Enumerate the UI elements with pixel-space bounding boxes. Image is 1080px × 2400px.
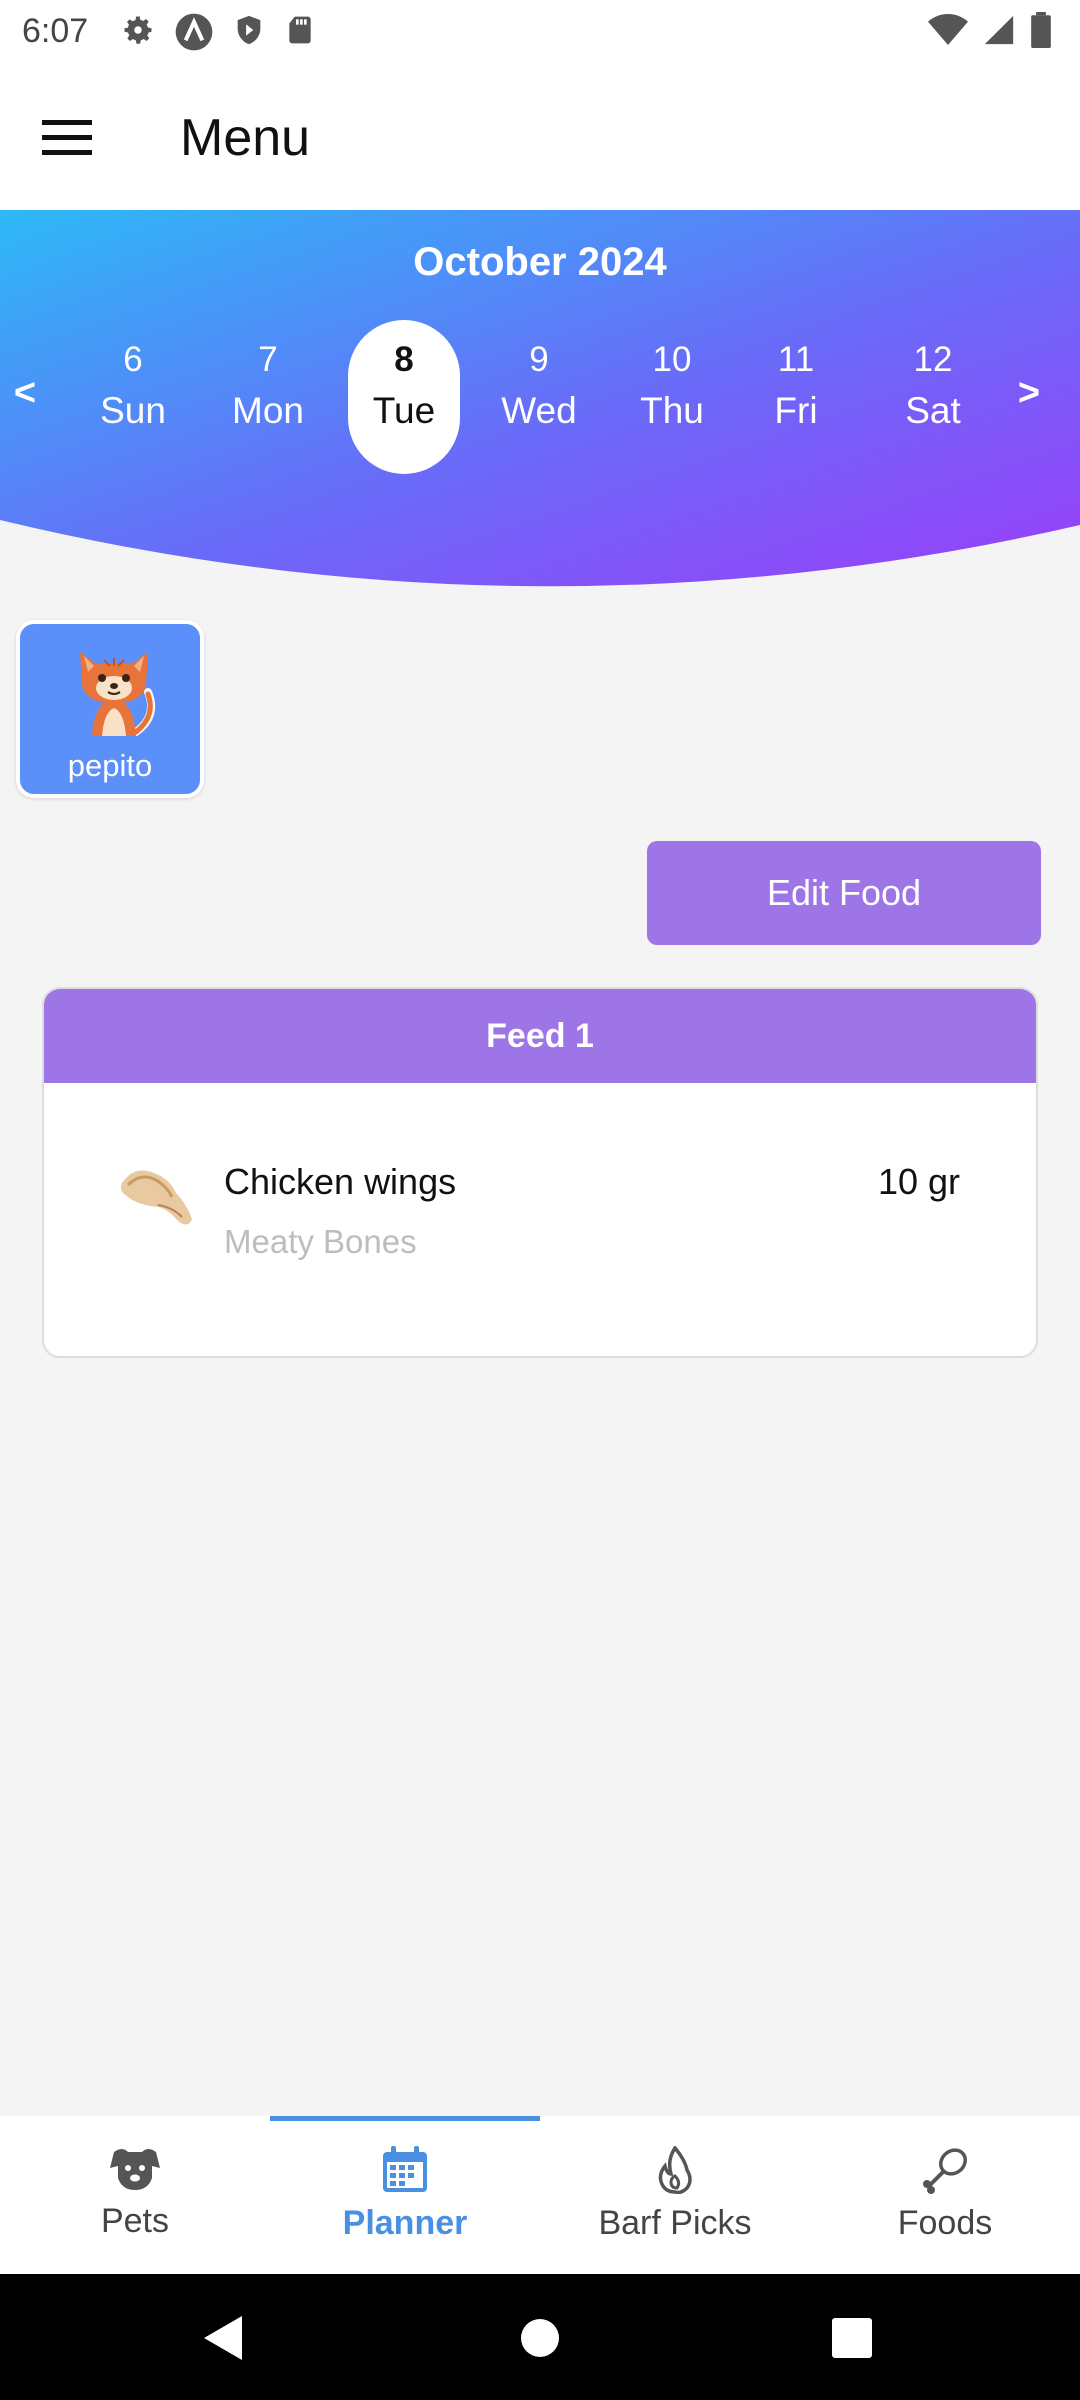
sd-card-icon [289, 16, 311, 44]
wifi-icon [928, 14, 968, 45]
flame-icon [658, 2146, 692, 2194]
tab-label: Pets [100, 2202, 170, 2240]
day-number: 10 [652, 340, 692, 379]
day-name: Tue [372, 390, 436, 431]
day-wed[interactable]: 9 Wed [483, 320, 595, 474]
day-name: Fri [774, 390, 818, 431]
tab-label: Barf Picks [598, 2204, 752, 2242]
day-fri[interactable]: 11 Fri [740, 320, 852, 474]
prev-week-button[interactable]: < [0, 372, 50, 415]
status-bar: 6:07 [0, 0, 1080, 66]
app-bar-title: Menu [180, 109, 311, 167]
day-sun[interactable]: 6 Sun [77, 320, 189, 474]
feed-card: Feed 1 Chicken wings Meaty Bones 10 gr [42, 987, 1038, 1358]
calendar-icon [383, 2146, 427, 2192]
day-name: Mon [232, 390, 304, 431]
feed-title: Feed 1 [44, 989, 1036, 1083]
cat-avatar-icon [80, 652, 155, 736]
tab-pets[interactable]: Pets [0, 2116, 270, 2274]
day-thu[interactable]: 10 Thu [616, 320, 728, 474]
tab-foods[interactable]: Foods [810, 2116, 1080, 2274]
tab-label: Planner [342, 2204, 468, 2242]
day-mon[interactable]: 7 Mon [212, 320, 324, 474]
tab-label: Foods [897, 2204, 993, 2242]
day-number: 11 [777, 340, 815, 379]
hamburger-icon[interactable] [42, 118, 94, 158]
back-icon[interactable] [200, 2314, 246, 2362]
settings-icon [124, 16, 152, 44]
drumstick-icon [923, 2148, 967, 2194]
day-name: Thu [640, 390, 704, 431]
food-quantity: 10 gr [877, 1161, 960, 1202]
status-time: 6:07 [22, 12, 89, 50]
battery-icon [1031, 12, 1051, 48]
edit-food-button[interactable]: Edit Food [647, 841, 1041, 945]
shield-icon [237, 15, 261, 45]
dog-face-icon [110, 2149, 160, 2190]
home-icon[interactable] [520, 2318, 560, 2358]
day-number: 7 [258, 340, 278, 379]
next-week-button[interactable]: > [1004, 372, 1054, 415]
day-number: 8 [394, 340, 414, 379]
day-number: 9 [529, 340, 549, 379]
calendar-header: October 2024 < > 6 Sun 7 Mon 8 Tue 9 Wed… [0, 210, 1080, 590]
tab-planner[interactable]: Planner [270, 2116, 540, 2274]
day-sat[interactable]: 12 Sat [877, 320, 989, 474]
recents-icon[interactable] [832, 2318, 872, 2358]
tab-barf-picks[interactable]: Barf Picks [540, 2116, 810, 2274]
a-badge-icon [175, 13, 213, 51]
bottom-nav: Pets Planner Barf Picks Foods [0, 2116, 1080, 2274]
pet-card[interactable]: pepito [16, 620, 204, 798]
chicken-wing-icon [120, 1170, 192, 1225]
month-title: October 2024 [413, 240, 667, 284]
day-number: 12 [913, 340, 953, 379]
day-name: Sun [100, 390, 166, 431]
status-icons-right [928, 12, 1052, 48]
day-name: Wed [501, 390, 577, 431]
day-name: Sat [905, 390, 961, 431]
pet-name: pepito [67, 748, 153, 783]
day-number: 6 [123, 340, 143, 379]
system-nav-bar [0, 2274, 1080, 2400]
food-category: Meaty Bones [224, 1223, 417, 1260]
app-bar: Menu [0, 66, 1080, 210]
status-icons-left [120, 12, 316, 52]
signal-icon [984, 15, 1014, 45]
day-tue-selected[interactable]: 8 Tue [348, 320, 460, 474]
food-name: Chicken wings [224, 1161, 457, 1202]
